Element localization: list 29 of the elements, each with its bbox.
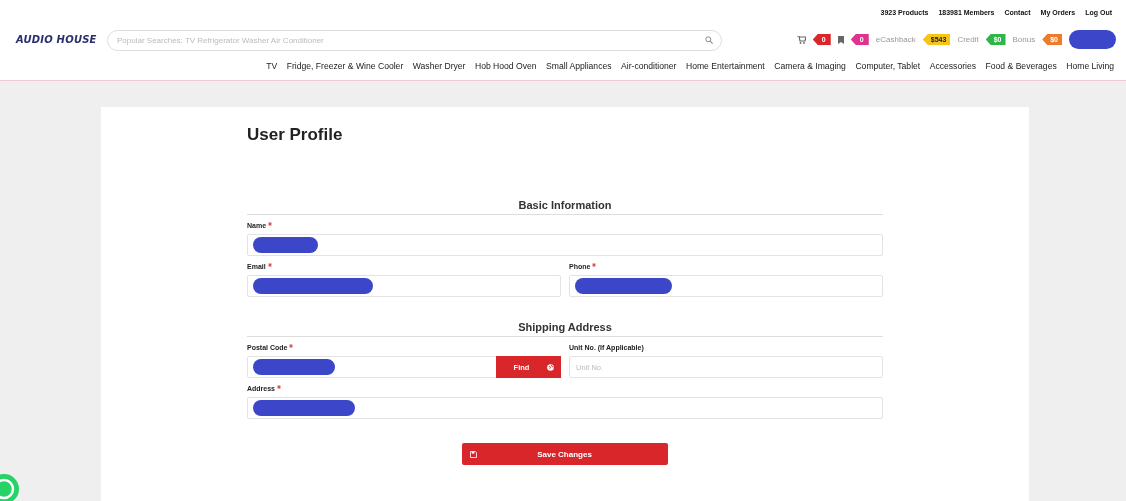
bookmark-icon[interactable] xyxy=(837,35,844,44)
counter-label: Bonus xyxy=(1012,35,1036,44)
nav-link[interactable]: Food & Beverages xyxy=(985,61,1057,80)
nav-link[interactable]: Washer Dryer xyxy=(412,61,466,80)
nav-link[interactable]: TV xyxy=(266,61,278,80)
redaction-mark[interactable] xyxy=(1069,30,1116,49)
nav-link[interactable]: Camera & Imaging xyxy=(774,61,846,80)
cart-icon[interactable] xyxy=(796,35,806,44)
globe-icon xyxy=(547,363,554,371)
nav-link[interactable]: Home Living xyxy=(1066,61,1114,80)
input-field[interactable] xyxy=(247,234,883,256)
counter-label: eCashback xyxy=(875,35,916,44)
nav-link[interactable]: Computer, Tablet xyxy=(855,61,921,80)
nav-link[interactable]: Small Appliances xyxy=(546,61,612,80)
page-title: User Profile xyxy=(247,125,344,145)
section-heading: Basic Information xyxy=(247,199,883,215)
nav-link[interactable]: Accessories xyxy=(929,61,977,80)
search-icon[interactable] xyxy=(705,35,713,44)
nav-link[interactable]: Fridge, Freezer & Wine Cooler xyxy=(286,61,404,80)
nav-link[interactable]: Home Entertainment xyxy=(685,61,765,80)
logo[interactable]: AUDIO HOUSE xyxy=(16,34,98,45)
nav-link[interactable]: Hob Hood Oven xyxy=(474,61,537,80)
save-button[interactable]: Save Changes xyxy=(462,443,668,465)
input-field[interactable] xyxy=(247,397,883,419)
input-field[interactable] xyxy=(247,275,561,297)
nav-link[interactable]: Air-conditioner xyxy=(621,61,677,80)
counter-label: Credit xyxy=(957,35,979,44)
input-field[interactable] xyxy=(569,275,883,297)
section-heading: Shipping Address xyxy=(247,321,883,337)
